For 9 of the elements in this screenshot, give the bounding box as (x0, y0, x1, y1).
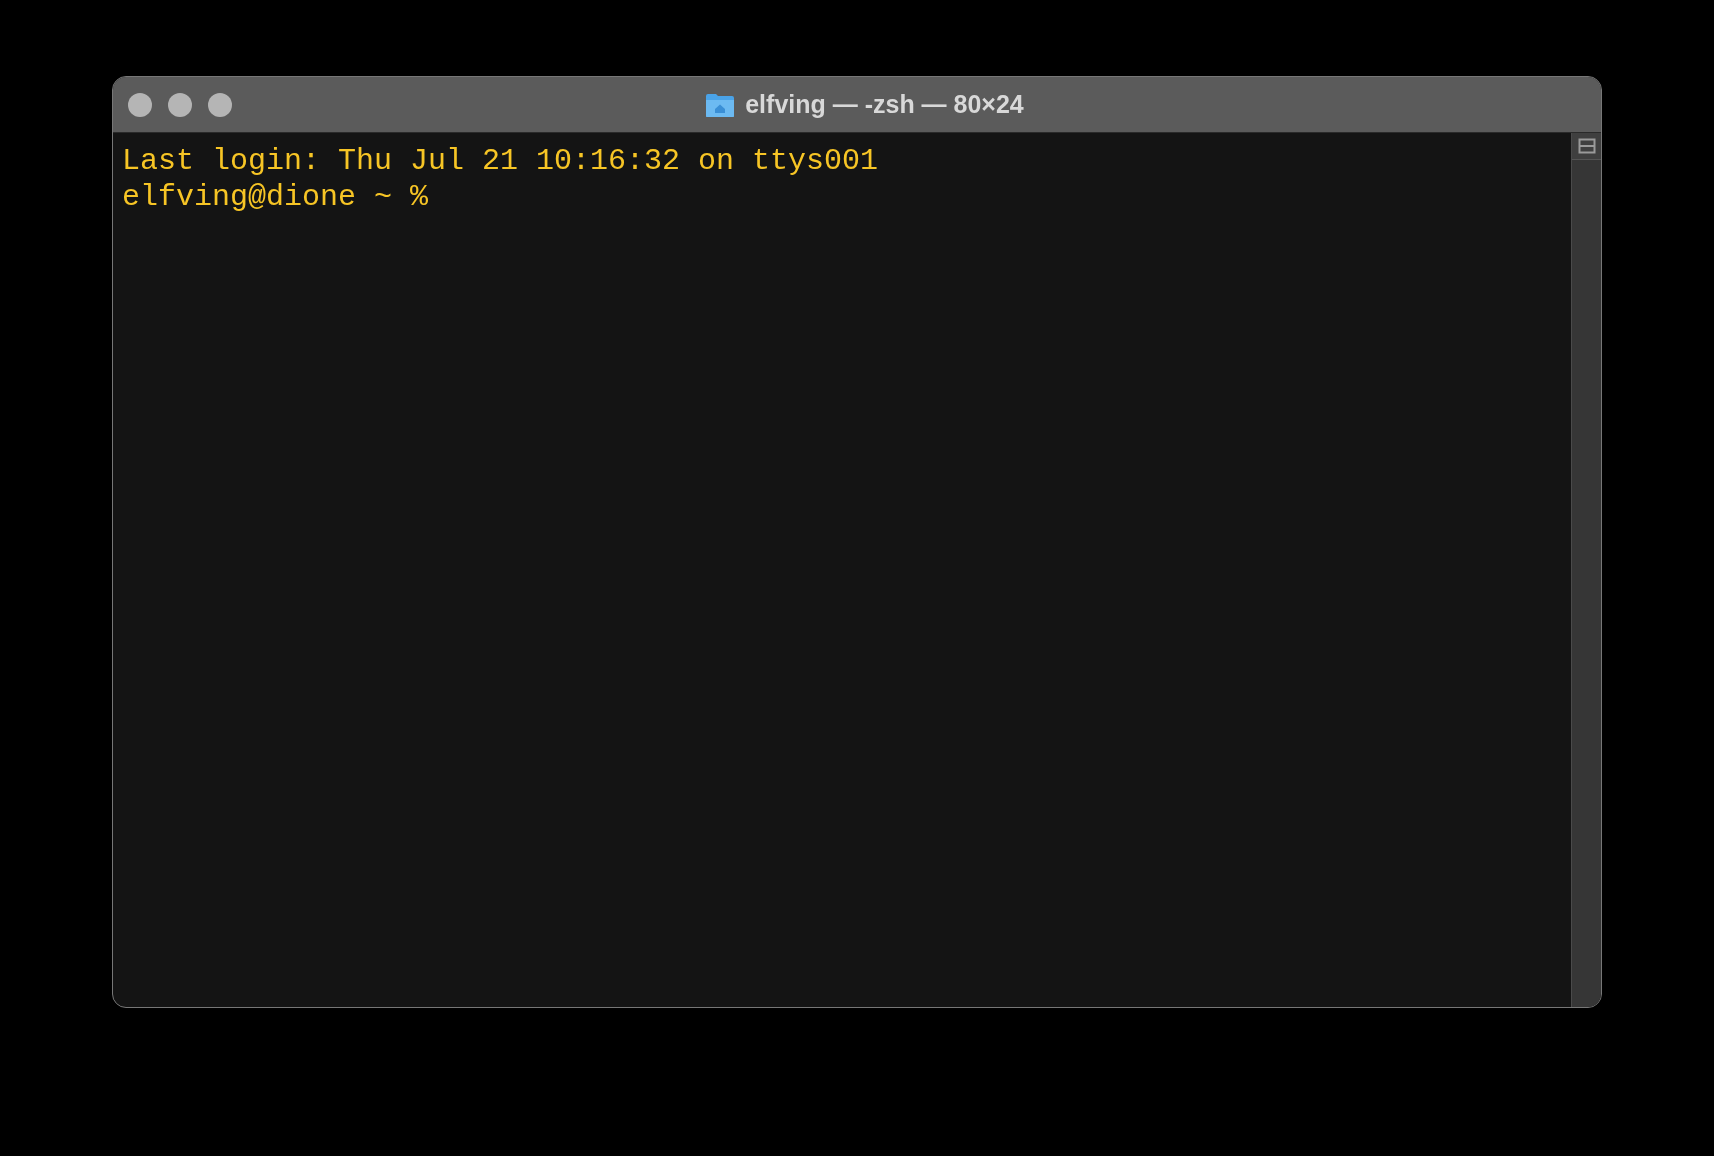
window-title: elfving — -zsh — 80×24 (745, 90, 1024, 119)
split-icon (1577, 138, 1596, 154)
close-button[interactable] (128, 93, 152, 117)
home-folder-icon (705, 91, 736, 118)
split-pane-button[interactable] (1572, 133, 1601, 160)
terminal-line: elfving@dione ~ % (122, 179, 429, 215)
terminal-line: Last login: Thu Jul 21 10:16:32 on ttys001 (122, 143, 879, 179)
minimize-button[interactable] (168, 93, 192, 117)
zoom-button[interactable] (208, 93, 232, 117)
